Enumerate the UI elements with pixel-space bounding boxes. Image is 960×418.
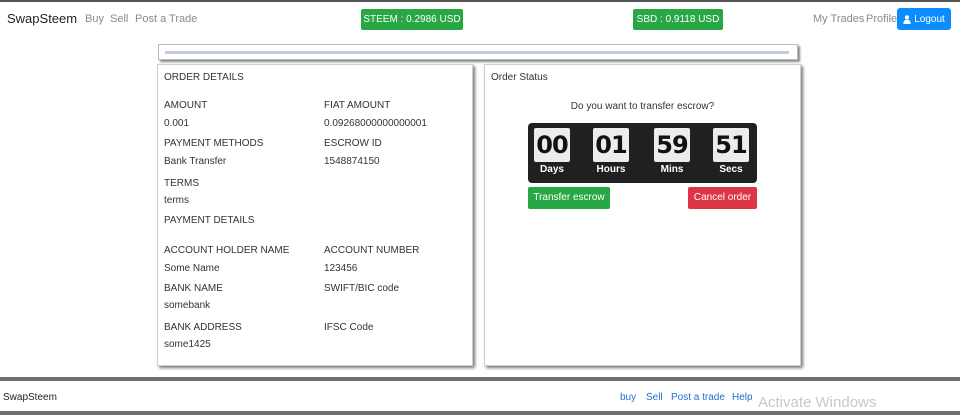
logout-button[interactable]: Logout: [897, 8, 951, 30]
nav-sell-link[interactable]: Sell: [110, 13, 128, 25]
transfer-escrow-button[interactable]: Transfer escrow: [528, 187, 610, 209]
payment-methods-value: Bank Transfer: [164, 156, 227, 167]
order-details-title: ORDER DETAILS: [164, 72, 244, 83]
top-navbar: SwapSteem Buy Sell Post a Trade STEEM : …: [0, 0, 960, 35]
footer-help-link[interactable]: Help: [732, 392, 753, 403]
account-holder-value: Some Name: [164, 263, 220, 274]
fiat-amount-value: 0.09268000000000001: [324, 118, 427, 129]
payment-details-heading: PAYMENT DETAILS: [164, 215, 255, 226]
cancel-order-button[interactable]: Cancel order: [688, 187, 757, 209]
countdown-mins: 59 Mins: [654, 128, 690, 175]
activate-windows-watermark: Activate Windows: [758, 394, 877, 411]
ifsc-code-label: IFSC Code: [324, 322, 374, 333]
footer-brand[interactable]: SwapSteem: [3, 392, 57, 403]
fiat-amount-label: FIAT AMOUNT: [324, 100, 391, 111]
nav-post-trade-link[interactable]: Post a Trade: [135, 13, 197, 25]
countdown-mins-label: Mins: [660, 164, 684, 175]
terms-label: TERMS: [164, 178, 199, 189]
countdown-hours-label: Hours: [596, 164, 626, 175]
steem-price-badge: STEEM : 0.2986 USD: [361, 9, 463, 30]
escrow-id-value: 1548874150: [324, 156, 380, 167]
order-status-title: Order Status: [491, 72, 548, 83]
escrow-id-label: ESCROW ID: [324, 138, 382, 149]
bank-name-value: somebank: [164, 300, 211, 311]
footer-sell-link[interactable]: Sell: [646, 392, 663, 403]
countdown-hours-value: 01: [593, 128, 629, 162]
footer-buy-link[interactable]: buy: [620, 392, 636, 403]
amount-value: 0.001: [164, 118, 190, 129]
nav-my-trades-link[interactable]: My Trades: [813, 13, 864, 25]
countdown-days-value: 00: [534, 128, 570, 162]
bank-name-label: BANK NAME: [164, 283, 223, 294]
payment-methods-label: PAYMENT METHODS: [164, 138, 264, 149]
nav-profile-link[interactable]: Profile: [866, 13, 897, 25]
countdown-hours: 01 Hours: [593, 128, 629, 175]
brand-logo[interactable]: SwapSteem: [7, 11, 77, 26]
countdown-secs-value: 51: [713, 128, 749, 162]
swift-code-label: SWIFT/BIC code: [324, 283, 400, 294]
account-number-value: 123456: [324, 263, 358, 274]
sbd-price-badge: SBD : 0.9118 USD: [633, 9, 723, 30]
order-progress-bar: [158, 44, 798, 60]
user-icon: [903, 14, 911, 24]
amount-label: AMOUNT: [164, 100, 208, 111]
nav-buy-link[interactable]: Buy: [85, 13, 104, 25]
order-details-card: ORDER DETAILS AMOUNT 0.001 FIAT AMOUNT 0…: [157, 64, 473, 366]
logout-label: Logout: [914, 13, 945, 25]
transfer-escrow-question: Do you want to transfer escrow?: [570, 101, 715, 112]
countdown-secs-label: Secs: [719, 164, 743, 175]
footer-divider-bottom: [0, 411, 960, 415]
countdown-days: 00 Days: [534, 128, 570, 175]
countdown-secs: 51 Secs: [713, 128, 749, 175]
bank-address-value: some1425: [164, 339, 211, 350]
order-status-card: Order Status Do you want to transfer esc…: [484, 64, 801, 366]
terms-value: terms: [164, 195, 189, 206]
account-number-label: ACCOUNT NUMBER: [324, 245, 420, 256]
countdown-mins-value: 59: [654, 128, 690, 162]
countdown-timer: 00 Days 01 Hours 59 Mins 51 Secs: [528, 123, 757, 183]
footer-divider-top: [0, 377, 960, 381]
countdown-days-label: Days: [540, 164, 564, 175]
footer-post-trade-link[interactable]: Post a trade: [671, 392, 725, 403]
account-holder-label: ACCOUNT HOLDER NAME: [164, 245, 290, 256]
bank-address-label: BANK ADDRESS: [164, 322, 242, 333]
progress-track: [165, 51, 789, 54]
